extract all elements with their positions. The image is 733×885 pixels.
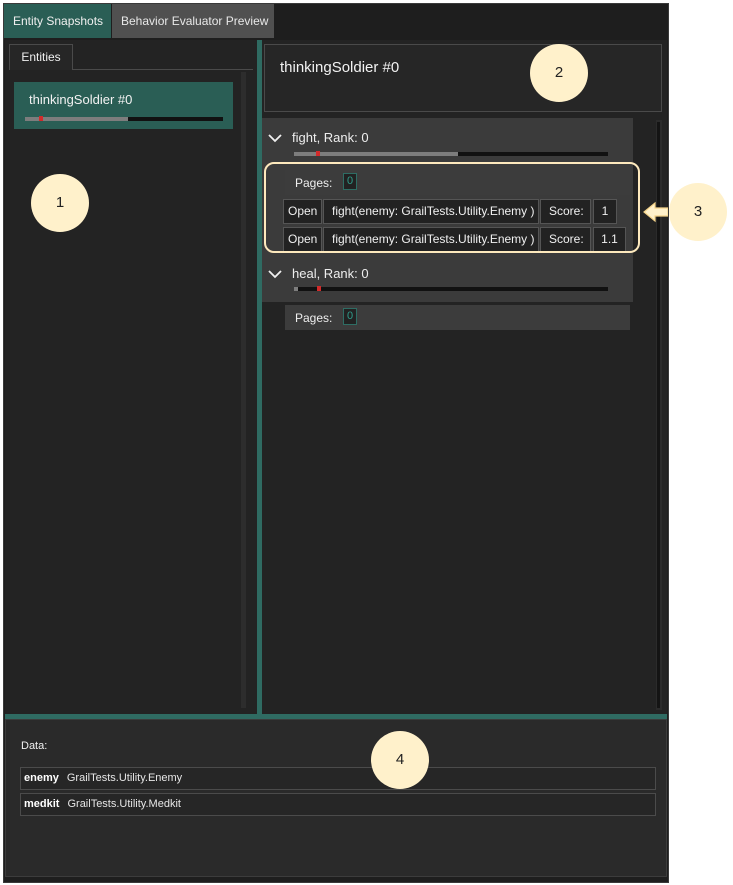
heal-progress-marker (317, 286, 321, 291)
tab-entities[interactable]: Entities (9, 44, 73, 70)
chevron-down-icon[interactable] (267, 130, 283, 146)
callout-badge: 3 (669, 183, 727, 241)
fight-progress-marker (316, 151, 320, 156)
highlight-box (264, 162, 640, 253)
pages-input[interactable]: 0 (343, 308, 357, 325)
tab-behavior-evaluator-preview[interactable]: Behavior Evaluator Preview (112, 4, 274, 38)
entities-panel (5, 40, 257, 714)
heal-progress-fill (294, 287, 298, 291)
tab-entity-snapshots[interactable]: Entity Snapshots (4, 4, 111, 38)
heal-pages-bar (285, 305, 630, 330)
entities-scrollbar[interactable] (241, 72, 246, 708)
data-value: GrailTests.Utility.Medkit (67, 798, 181, 810)
pages-label: Pages: (295, 311, 333, 325)
data-label: Data: (21, 740, 48, 752)
tab-divider (73, 69, 253, 70)
callout-badge: 4 (371, 731, 429, 789)
entity-list-item-label: thinkingSoldier #0 (29, 92, 133, 107)
data-key: enemy (24, 772, 59, 784)
left-arrow-icon (642, 199, 669, 225)
data-row: enemy GrailTests.Utility.Enemy (20, 767, 656, 790)
chevron-down-icon[interactable] (267, 266, 283, 282)
entity-header-title: thinkingSoldier #0 (280, 59, 400, 76)
callout-badge: 1 (31, 174, 89, 232)
action-label-heal: heal, Rank: 0 (292, 266, 369, 281)
data-value: GrailTests.Utility.Enemy (66, 772, 183, 784)
data-row: medkit GrailTests.Utility.Medkit (20, 793, 656, 816)
entity-progress-marker (39, 116, 43, 121)
data-key: medkit (24, 798, 60, 810)
entity-header (264, 44, 662, 112)
action-label-fight: fight, Rank: 0 (292, 130, 369, 145)
callout-badge: 2 (530, 44, 588, 102)
heal-progress-track (294, 287, 608, 291)
